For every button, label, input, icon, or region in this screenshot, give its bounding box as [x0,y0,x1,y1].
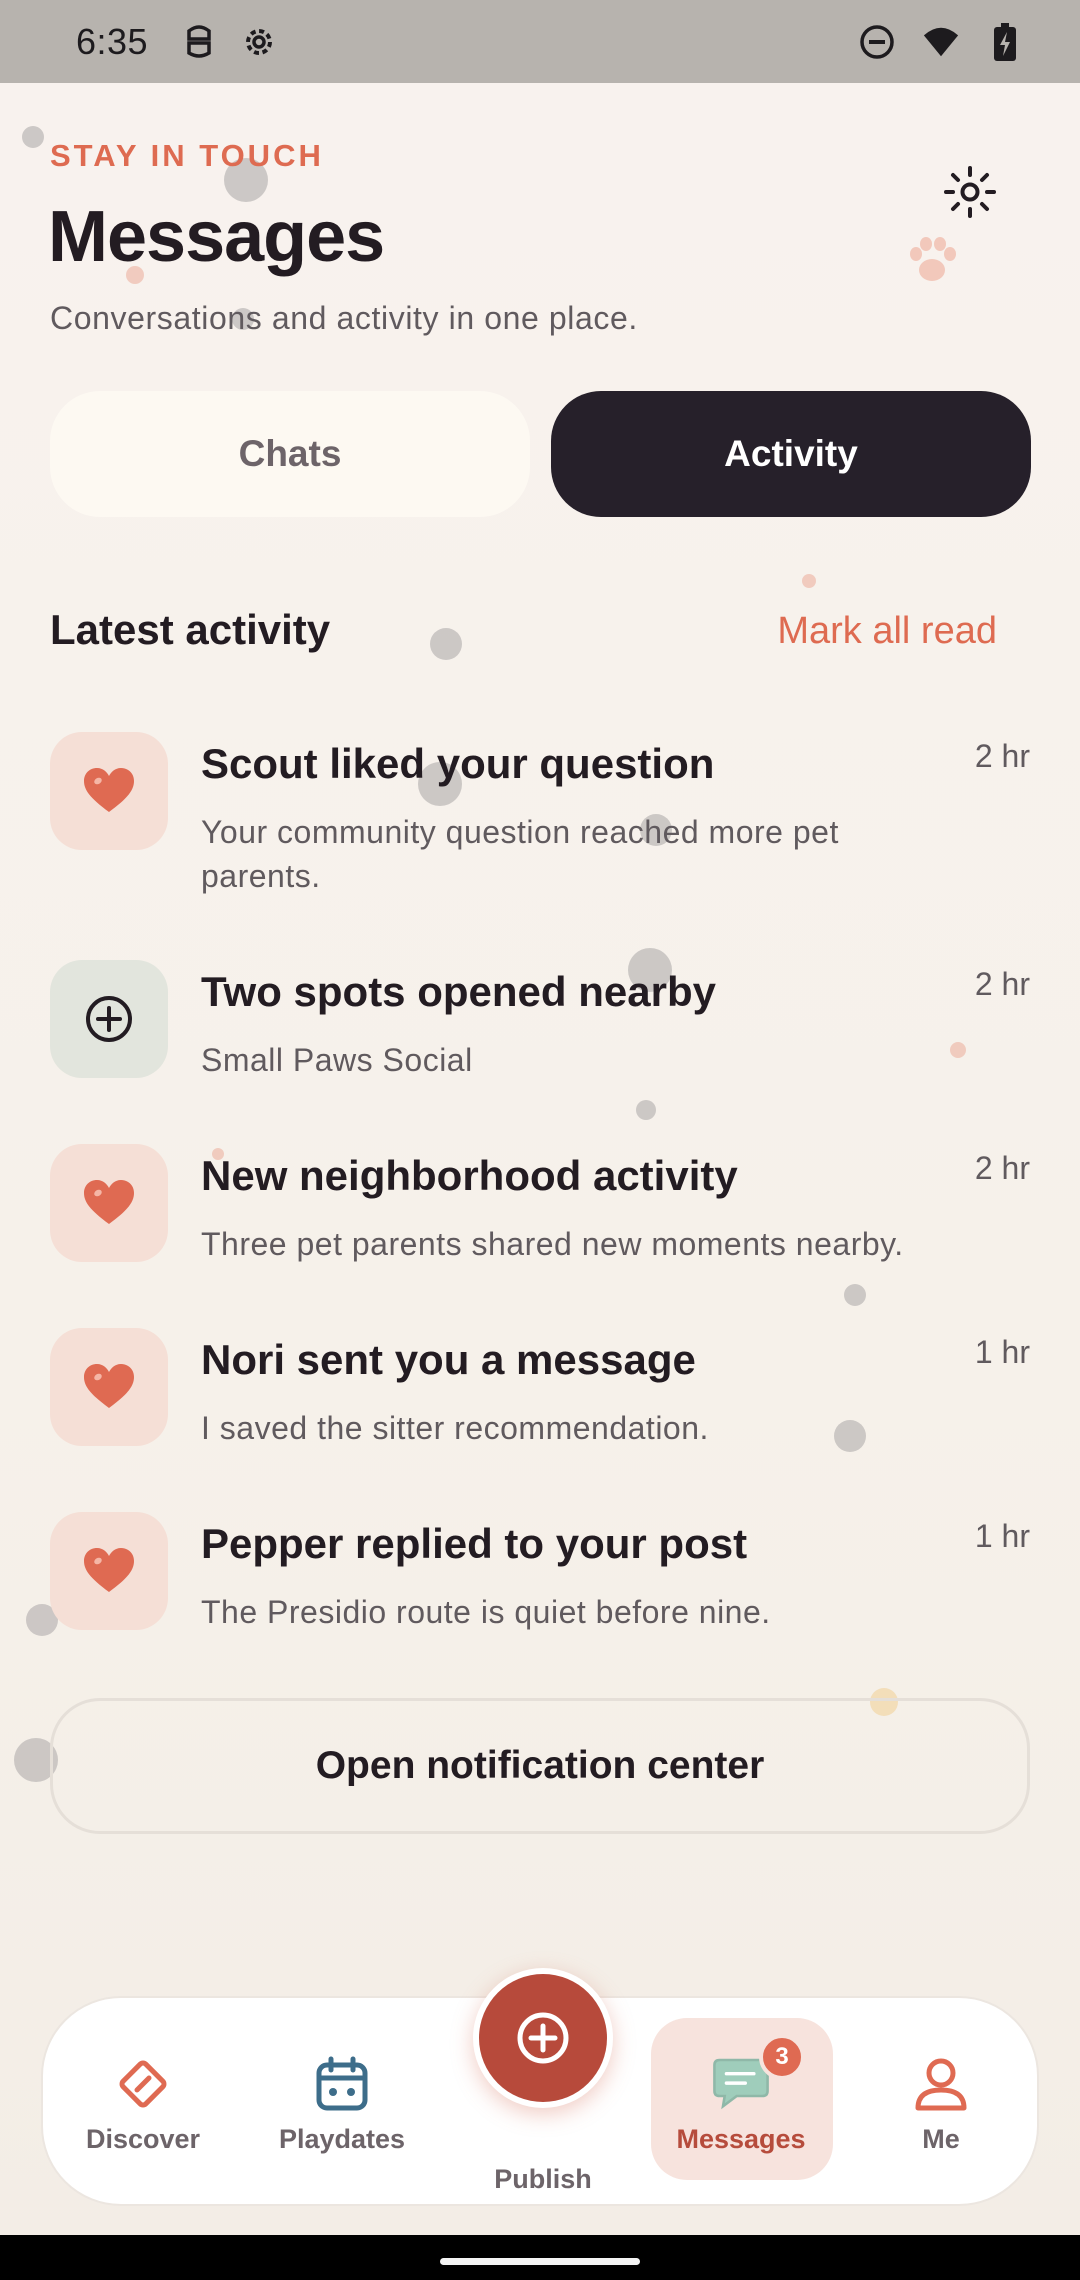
android-head-icon [180,23,218,61]
activity-body: Small Paws Social [201,1042,473,1078]
tab-activity[interactable]: Activity [551,391,1031,517]
nav-label: Publish [494,2164,592,2194]
publish-button[interactable] [473,1968,613,2108]
activity-title: Scout liked your question [201,740,715,787]
nav-label: Me [922,2124,960,2154]
decorative-dot [636,1100,656,1120]
nav-me[interactable]: Me [851,1998,1031,2208]
activity-title: New neighborhood activity [201,1152,738,1199]
activity-title: Two spots opened nearby [201,968,716,1015]
theme-toggle-button[interactable] [938,162,1002,226]
decorative-dot [802,574,816,588]
nav-label: Discover [85,2124,201,2154]
open-notification-center-button[interactable]: Open notification center [50,1698,1030,1834]
bottom-navigation: Discover Playdates Publish Messages 3 Me [41,1968,1039,2208]
decorative-dot [430,628,462,660]
wifi-icon [922,23,960,61]
status-bar: 6:35 [0,0,1080,83]
calendar-icon [312,2054,372,2114]
nav-messages[interactable]: Messages [651,1998,831,2208]
battery-charging-icon [986,22,1024,61]
activity-title: Pepper replied to your post [201,1520,748,1567]
mark-all-read-button[interactable]: Mark all read [777,610,997,653]
activity-body: The Presidio route is quiet before nine. [201,1594,771,1630]
page-title: Messages [48,197,385,277]
activity-time: 2 hr [974,1150,1030,1186]
nav-discover[interactable]: Discover [53,1998,233,2208]
activity-body: I saved the sitter recommendation. [201,1410,709,1446]
nav-label: Messages [676,2124,806,2154]
activity-body: Three pet parents shared new moments nea… [201,1226,904,1262]
activity-body: Your community question reached more pet… [201,814,839,894]
page-subtitle: Conversations and activity in one place. [50,300,638,336]
gesture-handle[interactable] [440,2258,640,2265]
gear-icon [240,23,278,61]
nav-playdates[interactable]: Playdates [252,1998,432,2208]
activity-time: 2 hr [974,966,1030,1002]
do-not-disturb-icon [858,23,896,61]
activity-item[interactable]: Two spots opened nearby Small Paws Socia… [50,960,1030,1090]
compass-diamond-icon [113,2054,173,2114]
heart-icon [50,1512,168,1630]
activity-item[interactable]: New neighborhood activity Three pet pare… [50,1144,1030,1274]
heart-icon [50,732,168,850]
heart-icon [50,1328,168,1446]
eyebrow-label: STAY IN TOUCH [50,138,324,173]
activity-time: 1 hr [974,1518,1030,1554]
activity-time: 2 hr [974,738,1030,774]
activity-item[interactable]: Nori sent you a message I saved the sitt… [50,1328,1030,1458]
section-title: Latest activity [50,606,331,653]
person-icon [911,2054,971,2114]
tab-chats[interactable]: Chats [50,391,530,517]
activity-time: 1 hr [974,1334,1030,1370]
decorative-dot [844,1284,866,1306]
activity-item[interactable]: Scout liked your question Your community… [50,732,1030,902]
paw-print-icon [904,232,960,288]
unread-badge: 3 [759,2034,805,2080]
sun-icon [942,164,998,225]
activity-item[interactable]: Pepper replied to your post The Presidio… [50,1512,1030,1642]
activity-title: Nori sent you a message [201,1336,696,1383]
heart-icon [50,1144,168,1262]
nav-label: Playdates [278,2124,406,2154]
plus-circle-icon [479,1974,607,2102]
status-time: 6:35 [76,20,149,62]
plus-circle-icon [50,960,168,1078]
decorative-dot [22,126,44,148]
